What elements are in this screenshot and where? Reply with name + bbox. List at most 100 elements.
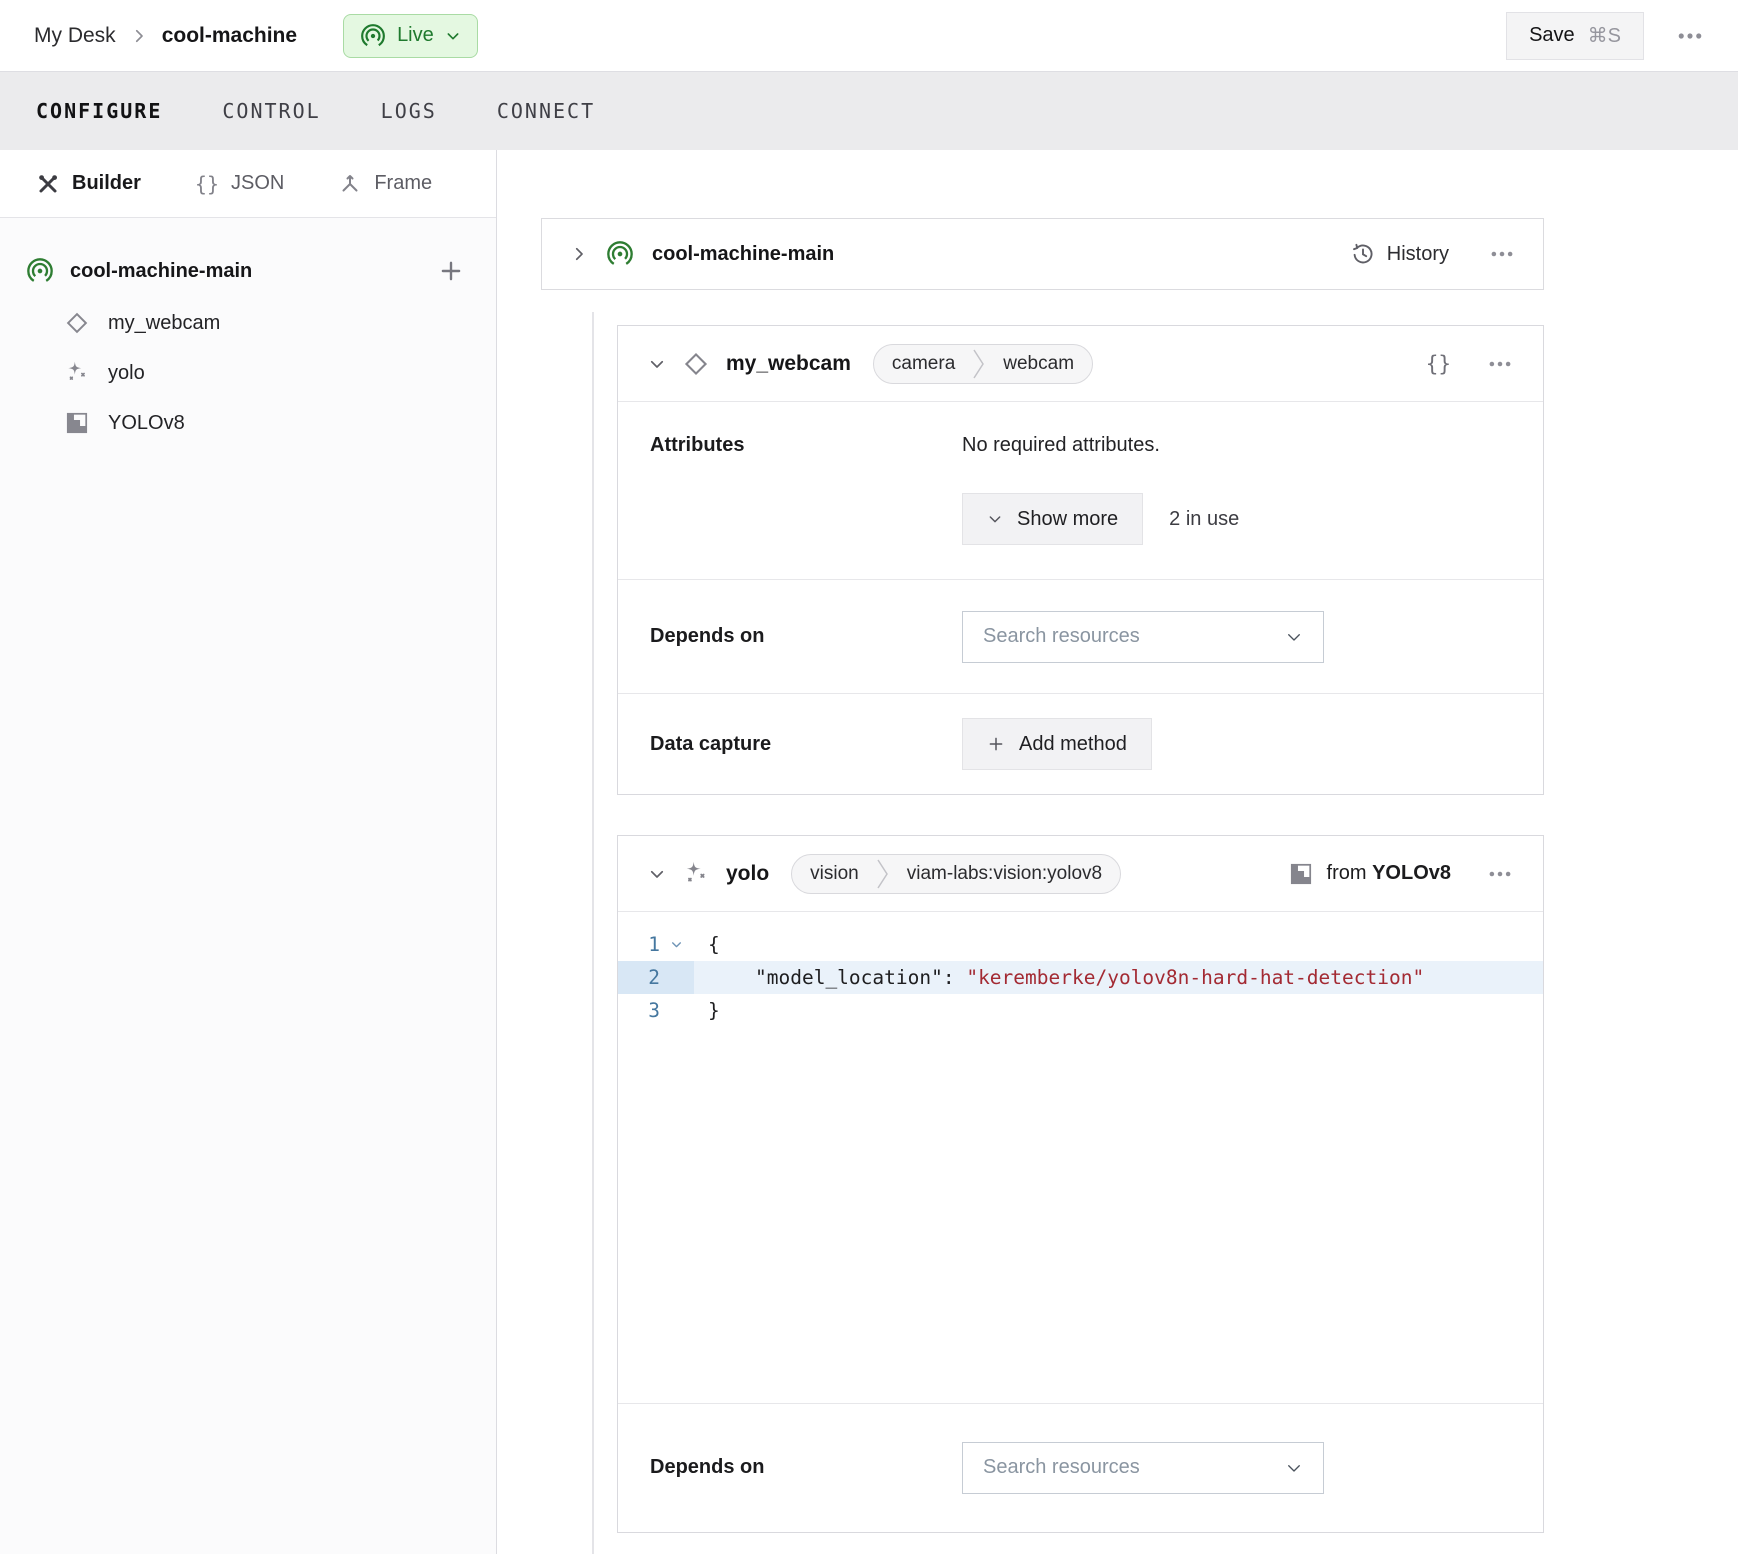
live-label: Live (397, 24, 434, 47)
plus-icon (987, 735, 1005, 753)
code-text: "model_location": "keremberke/yolov8n-ha… (694, 961, 1543, 994)
tab-logs[interactable]: LOGS (381, 99, 437, 123)
attributes-empty-text: No required attributes. (962, 434, 1239, 457)
tools-icon (36, 172, 60, 196)
view-label-frame: Frame (374, 172, 432, 195)
tree-item-yolo[interactable]: yolo (0, 348, 496, 398)
depends-on-label: Depends on (650, 1456, 962, 1479)
from-module-name: YOLOv8 (1372, 862, 1451, 884)
breadcrumb-current: cool-machine (162, 24, 297, 48)
part-overflow-menu-button[interactable] (1489, 241, 1515, 267)
history-button[interactable]: History (1351, 242, 1449, 266)
broadcast-icon (606, 240, 634, 268)
breadcrumb: My Desk cool-machine (34, 24, 297, 48)
resource-type-badge: vision viam-labs:vision:yolov8 (791, 854, 1121, 894)
depends-on-select[interactable]: Search resources (962, 611, 1324, 663)
tree-item-label: my_webcam (108, 312, 220, 335)
json-string-value: "keremberke/yolov8n-hard-hat-detection" (966, 966, 1424, 989)
frame-icon (338, 172, 362, 196)
show-more-label: Show more (1017, 508, 1118, 531)
json-key: "model_location" (755, 966, 943, 989)
add-method-button[interactable]: Add method (962, 718, 1152, 770)
badge-separator-chevron-icon (877, 857, 889, 891)
save-button[interactable]: Save ⌘S (1506, 12, 1644, 60)
depends-on-label: Depends on (650, 625, 962, 648)
view-toggle-json[interactable]: {} JSON (195, 172, 284, 196)
card-overflow-menu-button[interactable] (1487, 351, 1513, 377)
line-number: 2 (618, 961, 660, 994)
view-toggle-builder[interactable]: Builder (36, 172, 141, 196)
broadcast-icon (26, 257, 54, 285)
history-label: History (1387, 243, 1449, 266)
history-icon (1351, 242, 1375, 266)
data-capture-label: Data capture (650, 733, 962, 756)
json-separator: : (943, 966, 966, 989)
chevron-down-icon[interactable] (648, 865, 666, 883)
service-sparkles-icon (682, 860, 710, 888)
top-bar: My Desk cool-machine Live Save ⌘S (0, 0, 1738, 72)
view-label-json: JSON (231, 172, 284, 195)
depends-on-placeholder: Search resources (983, 1456, 1140, 1479)
service-sparkles-icon (64, 360, 90, 386)
chevron-down-icon[interactable] (648, 355, 666, 373)
attributes-in-use-count: 2 in use (1169, 508, 1239, 531)
badge-type: vision (792, 863, 877, 885)
resource-name: yolo (726, 862, 769, 886)
machine-part-title: cool-machine-main (652, 243, 834, 266)
tree-item-machine-part[interactable]: cool-machine-main (0, 244, 496, 298)
live-status-dropdown[interactable]: Live (343, 14, 478, 58)
view-label-builder: Builder (72, 172, 141, 195)
card-header: yolo vision viam-labs:vision:yolov8 (618, 836, 1543, 912)
depends-on-section: Depends on Search resources (618, 1404, 1543, 1531)
from-label: from (1327, 862, 1367, 884)
depends-on-section: Depends on Search resources (618, 580, 1543, 694)
depends-on-placeholder: Search resources (983, 625, 1140, 648)
config-main-area: cool-machine-main History (497, 150, 1738, 1554)
resource-card-yolo: yolo vision viam-labs:vision:yolov8 (617, 835, 1544, 1533)
code-text: { (694, 928, 1543, 961)
chevron-down-icon (445, 28, 461, 44)
tab-configure[interactable]: CONFIGURE (36, 99, 162, 123)
view-toggle-frame[interactable]: Frame (338, 172, 432, 196)
line-number: 1 (618, 928, 660, 961)
resource-card-my-webcam: my_webcam camera webcam {} (617, 325, 1544, 795)
chevron-down-icon (987, 511, 1003, 527)
tab-connect[interactable]: CONNECT (497, 99, 595, 123)
module-icon (64, 410, 90, 436)
tree-item-yolov8-module[interactable]: YOLOv8 (0, 398, 496, 448)
from-module-link: from YOLOv8 (1288, 861, 1451, 887)
tree-item-label: yolo (108, 362, 145, 385)
chevron-right-icon[interactable] (570, 245, 588, 263)
attributes-section: Attributes No required attributes. Show … (618, 402, 1543, 580)
view-toggle: Builder {} JSON Frame (0, 150, 496, 218)
show-more-button[interactable]: Show more (962, 493, 1143, 545)
resource-tree: cool-machine-main my_webcam (0, 218, 496, 448)
chevron-down-icon (1285, 628, 1303, 646)
add-resource-button[interactable] (438, 258, 464, 284)
edit-json-button[interactable]: {} (1426, 352, 1451, 376)
chevron-down-icon (1285, 1459, 1303, 1477)
tree-spine-line (592, 312, 594, 1554)
resource-type-badge: camera webcam (873, 344, 1093, 384)
breadcrumb-parent[interactable]: My Desk (34, 24, 116, 48)
fold-chevron-icon[interactable] (660, 928, 692, 961)
code-line-3: 3 } (618, 994, 1543, 1027)
badge-model: viam-labs:vision:yolov8 (889, 863, 1120, 885)
depends-on-select[interactable]: Search resources (962, 1442, 1324, 1494)
badge-type: camera (874, 353, 973, 375)
tree-root-label: cool-machine-main (70, 260, 252, 283)
tab-control[interactable]: CONTROL (222, 99, 320, 123)
attributes-label: Attributes (650, 434, 962, 579)
save-shortcut: ⌘S (1588, 23, 1621, 48)
component-diamond-icon (682, 350, 710, 378)
resource-name: my_webcam (726, 352, 851, 376)
tree-item-label: YOLOv8 (108, 412, 185, 435)
component-diamond-icon (64, 310, 90, 336)
card-overflow-menu-button[interactable] (1487, 861, 1513, 887)
overflow-menu-button[interactable] (1676, 22, 1704, 50)
code-line-2: 2 "model_location": "keremberke/yolov8n-… (618, 961, 1543, 994)
attributes-code-editor[interactable]: 1 { 2 "model_location": "keremberke/yol (618, 912, 1543, 1404)
badge-separator-chevron-icon (973, 347, 985, 381)
tree-item-my-webcam[interactable]: my_webcam (0, 298, 496, 348)
card-header: my_webcam camera webcam {} (618, 326, 1543, 402)
